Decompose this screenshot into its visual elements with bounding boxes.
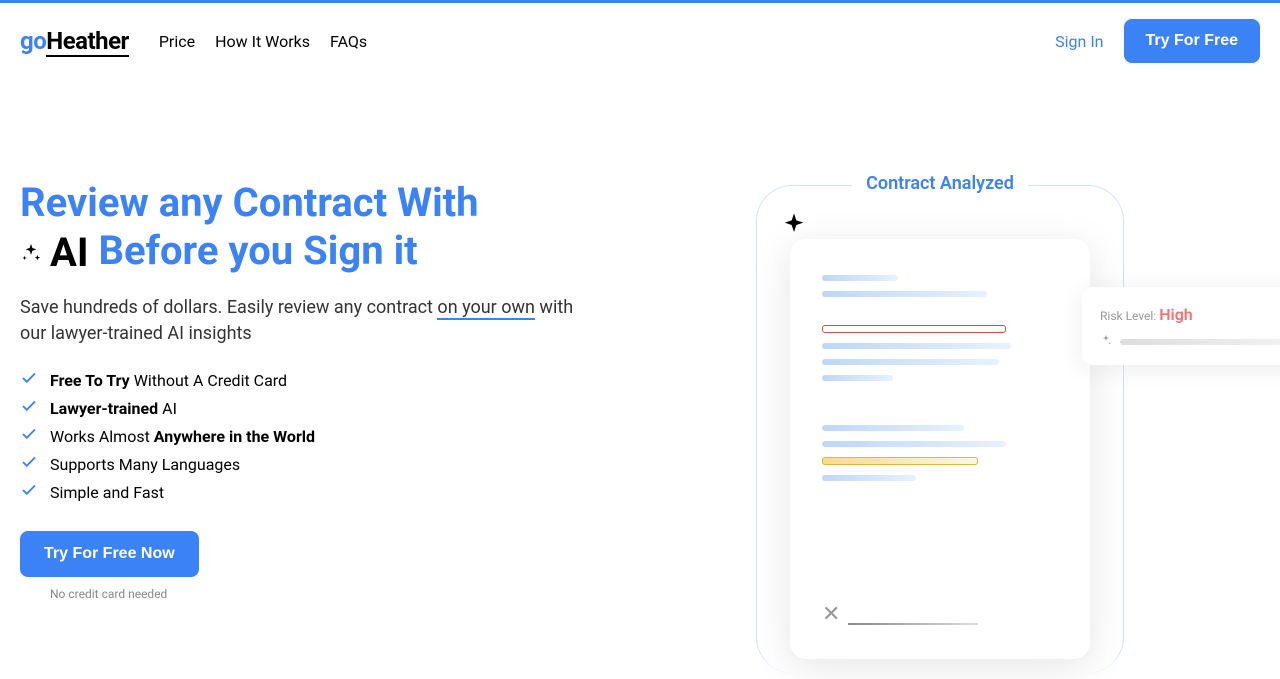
analyzed-label: Contract Analyzed	[852, 173, 1028, 194]
feature-item: Supports Many Languages	[20, 453, 580, 475]
doc-line-highlight-yellow	[822, 457, 978, 465]
feature-rest: Without A Credit Card	[130, 371, 287, 390]
logo[interactable]: goHeather	[20, 27, 129, 55]
doc-line	[822, 275, 898, 281]
feature-bold: Free To Try	[50, 371, 130, 390]
title-ai-part: AI	[20, 229, 89, 277]
feature-item: Lawyer-trained AI	[20, 397, 580, 419]
feature-item: Free To Try Without A Credit Card	[20, 369, 580, 391]
nav-price[interactable]: Price	[159, 32, 195, 51]
hero-left: Review any Contract With AI Before you S…	[20, 179, 580, 679]
feature-rest: Supports Many Languages	[50, 455, 240, 474]
try-free-button[interactable]: Try For Free	[1124, 19, 1260, 63]
risk-text: Risk Level: High	[1100, 305, 1280, 324]
check-icon	[20, 425, 38, 447]
feature-rest: Simple and Fast	[50, 483, 164, 502]
doc-line	[822, 359, 999, 365]
title-line1: Review any Contract With	[20, 179, 479, 226]
risk-label: Risk Level:	[1100, 309, 1159, 323]
hero-subtitle: Save hundreds of dollars. Easily review …	[20, 295, 580, 347]
risk-popup: Risk Level: High	[1082, 287, 1280, 365]
nav-links: Price How It Works FAQs	[159, 32, 367, 51]
feature-item: Simple and Fast	[20, 481, 580, 503]
subtitle-underline: on your own	[437, 297, 535, 320]
doc-line	[822, 425, 964, 431]
doc-line	[822, 475, 916, 481]
doc-line-highlight-red	[822, 325, 1006, 333]
logo-heather: Heather	[46, 27, 129, 57]
title-line2: Before you Sign it	[99, 227, 418, 274]
sparkle-icon	[1100, 334, 1112, 349]
x-icon: ✕	[822, 602, 840, 627]
risk-value: High	[1159, 305, 1193, 324]
illustration-frame: Contract Analyzed ✕	[750, 179, 1130, 679]
subtitle-a: Save hundreds of dollars. Easily review …	[20, 297, 437, 318]
logo-go: go	[20, 27, 46, 55]
no-card-note: No credit card needed	[50, 587, 580, 601]
header-right: Sign In Try For Free	[1055, 19, 1260, 63]
feature-bold: Anywhere in the World	[154, 427, 315, 446]
check-icon	[20, 453, 38, 475]
document-card: ✕	[790, 239, 1090, 659]
doc-line	[822, 343, 1011, 349]
title-ai: AI	[50, 229, 89, 277]
cta-button[interactable]: Try For Free Now	[20, 531, 199, 577]
doc-line	[822, 375, 893, 381]
signature-line	[848, 623, 978, 625]
hero-right: Contract Analyzed ✕	[620, 179, 1260, 679]
risk-line	[1120, 339, 1280, 345]
header: goHeather Price How It Works FAQs Sign I…	[0, 3, 1280, 79]
signin-link[interactable]: Sign In	[1055, 32, 1103, 51]
nav-how-it-works[interactable]: How It Works	[215, 32, 310, 51]
hero-section: Review any Contract With AI Before you S…	[0, 79, 1280, 679]
feature-bold: Lawyer-trained	[50, 399, 158, 418]
hero-title: Review any Contract With AI Before you S…	[20, 179, 580, 277]
nav-faqs[interactable]: FAQs	[330, 32, 367, 51]
feature-item: Works Almost Anywhere in the World	[20, 425, 580, 447]
doc-line	[822, 441, 1006, 447]
check-icon	[20, 481, 38, 503]
sparkles-icon	[20, 242, 42, 264]
feature-pre: Works Almost	[50, 427, 154, 446]
feature-rest: AI	[158, 399, 177, 418]
check-icon	[20, 369, 38, 391]
features-list: Free To Try Without A Credit Card Lawyer…	[20, 369, 580, 503]
check-icon	[20, 397, 38, 419]
risk-row	[1100, 334, 1280, 349]
doc-line	[822, 291, 987, 297]
